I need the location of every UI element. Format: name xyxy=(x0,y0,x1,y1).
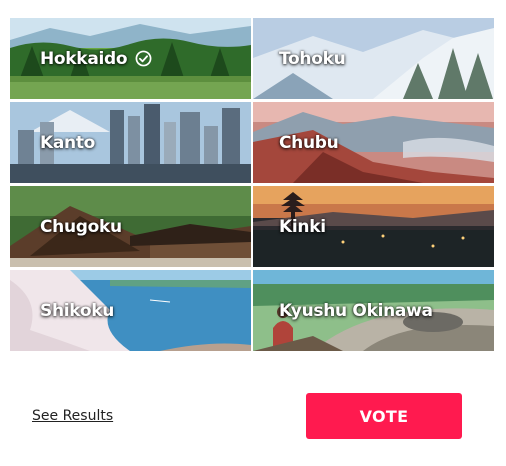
region-name: Kanto xyxy=(40,132,96,153)
region-name: Kyushu Okinawa xyxy=(279,300,433,321)
region-tile-chubu[interactable]: Chubu xyxy=(253,102,494,183)
region-name: Hokkaido xyxy=(40,48,128,69)
region-label-row: Kanto xyxy=(10,102,251,183)
region-tile-tohoku[interactable]: Tohoku xyxy=(253,18,494,99)
region-label-row: Chubu xyxy=(253,102,494,183)
check-circle-icon xyxy=(135,50,152,67)
region-tile-kanto[interactable]: Kanto xyxy=(10,102,251,183)
region-tile-shikoku[interactable]: Shikoku xyxy=(10,270,251,351)
region-tile-kyushu-okinawa[interactable]: Kyushu Okinawa xyxy=(253,270,494,351)
region-label-row: Chugoku xyxy=(10,186,251,267)
region-name: Tohoku xyxy=(279,48,346,69)
region-label-row: Hokkaido xyxy=(10,18,251,99)
region-name: Kinki xyxy=(279,216,326,237)
see-results-link[interactable]: See Results xyxy=(32,408,113,424)
vote-button[interactable]: VOTE xyxy=(306,393,462,439)
region-name: Shikoku xyxy=(40,300,115,321)
region-tile-chugoku[interactable]: Chugoku xyxy=(10,186,251,267)
region-tile-kinki[interactable]: Kinki xyxy=(253,186,494,267)
region-label-row: Kyushu Okinawa xyxy=(253,270,494,351)
region-label-row: Kinki xyxy=(253,186,494,267)
region-name: Chubu xyxy=(279,132,339,153)
region-name: Chugoku xyxy=(40,216,122,237)
region-label-row: Shikoku xyxy=(10,270,251,351)
region-label-row: Tohoku xyxy=(253,18,494,99)
region-tile-hokkaido[interactable]: Hokkaido xyxy=(10,18,251,99)
region-grid: Hokkaido Tohoku Kanto Chubu Chugoku Kink… xyxy=(10,18,494,351)
